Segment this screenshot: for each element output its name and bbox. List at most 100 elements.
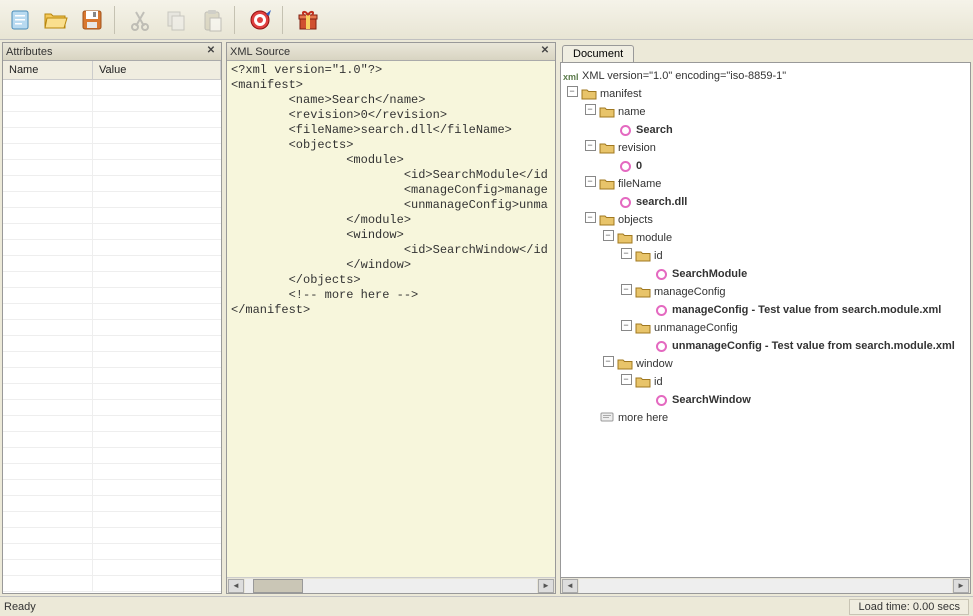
tree-toggle[interactable]: − [585,176,596,187]
tree-node-searchmodule[interactable]: SearchModule [563,265,968,283]
tree-toggle[interactable]: − [585,140,596,151]
target-button[interactable] [244,4,276,36]
attr-row[interactable] [3,112,221,128]
folder-icon [635,248,651,264]
tree-node-window[interactable]: −window [563,355,968,373]
gift-button[interactable] [292,4,324,36]
tree-label: name [618,106,646,118]
attr-row[interactable] [3,368,221,384]
copy-button[interactable] [160,4,192,36]
attr-row[interactable] [3,448,221,464]
attr-row[interactable] [3,288,221,304]
tree-node-unmanageconfig-test-value-from-search-module-xml[interactable]: unmanageConfig - Test value from search.… [563,337,968,355]
tree-node-search-dll[interactable]: search.dll [563,193,968,211]
xml-declaration[interactable]: xmlXML version="1.0" encoding="iso-8859-… [563,67,968,85]
attr-row[interactable] [3,320,221,336]
attr-row[interactable] [3,224,221,240]
value-icon [617,194,633,210]
tree-node-searchwindow[interactable]: SearchWindow [563,391,968,409]
tree-label: fileName [618,178,661,190]
tree-toggle[interactable]: − [621,320,632,331]
tree-label: 0 [636,160,642,172]
tree-toggle[interactable]: − [621,248,632,259]
folder-icon [617,230,633,246]
scroll-thumb[interactable] [253,579,303,593]
scroll-track[interactable] [579,579,952,593]
scroll-left-button[interactable]: ◄ [228,579,244,593]
value-icon [653,302,669,318]
attr-row[interactable] [3,160,221,176]
attributes-col-value[interactable]: Value [93,61,221,79]
attr-row[interactable] [3,400,221,416]
tree-label: manageConfig [654,286,726,298]
attr-row[interactable] [3,144,221,160]
tree-toggle[interactable]: − [603,356,614,367]
tree-node-more-here[interactable]: more here [563,409,968,427]
attr-row[interactable] [3,208,221,224]
workspace: Attributes ✕ Name Value XML Source ✕ <?x… [0,40,973,596]
attr-row[interactable] [3,80,221,96]
tree-label: manifest [600,88,642,100]
xml-horizontal-scrollbar[interactable]: ◄ ► [227,577,555,593]
document-tab[interactable]: Document [562,45,634,62]
tree-node-id[interactable]: −id [563,373,968,391]
attr-row[interactable] [3,432,221,448]
attr-row[interactable] [3,544,221,560]
paste-button[interactable] [196,4,228,36]
tree-node-search[interactable]: Search [563,121,968,139]
tree-toggle[interactable]: − [585,104,596,115]
attributes-col-name[interactable]: Name [3,61,93,79]
tree-node-filename[interactable]: − fileName [563,175,968,193]
attr-row[interactable] [3,336,221,352]
attributes-grid[interactable] [3,80,221,593]
save-button[interactable] [76,4,108,36]
attr-row[interactable] [3,528,221,544]
xml-source-close-button[interactable]: ✕ [538,45,552,59]
tree-node-revision[interactable]: −revision [563,139,968,157]
document-tree[interactable]: xmlXML version="1.0" encoding="iso-8859-… [560,62,971,578]
tree-node-unmanageconfig[interactable]: −unmanageConfig [563,319,968,337]
attr-row[interactable] [3,272,221,288]
attr-row[interactable] [3,352,221,368]
tree-node-manageconfig-test-value-from-search-module-xml[interactable]: manageConfig - Test value from search.mo… [563,301,968,319]
tree-node-manageconfig[interactable]: − manageConfig [563,283,968,301]
attr-row[interactable] [3,192,221,208]
attr-row[interactable] [3,304,221,320]
attr-row[interactable] [3,560,221,576]
tree-node-id[interactable]: −id [563,247,968,265]
scroll-track[interactable] [245,579,537,593]
attr-row[interactable] [3,464,221,480]
tree-toggle[interactable]: − [621,284,632,295]
scroll-right-button[interactable]: ► [953,579,969,593]
attr-row[interactable] [3,96,221,112]
attr-row[interactable] [3,496,221,512]
scroll-right-button[interactable]: ► [538,579,554,593]
attr-row[interactable] [3,176,221,192]
attr-row[interactable] [3,128,221,144]
tree-node-manifest[interactable]: − manifest [563,85,968,103]
scroll-left-button[interactable]: ◄ [562,579,578,593]
attr-row[interactable] [3,416,221,432]
attr-row[interactable] [3,384,221,400]
attr-row[interactable] [3,240,221,256]
tree-node-name[interactable]: − name [563,103,968,121]
tree-toggle[interactable]: − [585,212,596,223]
tree-node-0[interactable]: 0 [563,157,968,175]
attr-row[interactable] [3,512,221,528]
tree-node-objects[interactable]: −objects [563,211,968,229]
open-folder-button[interactable] [40,4,72,36]
tree-toggle[interactable]: − [603,230,614,241]
attr-row[interactable] [3,576,221,592]
attributes-close-button[interactable]: ✕ [204,45,218,59]
tree-toggle[interactable]: − [621,374,632,385]
folder-icon [635,374,651,390]
attr-row[interactable] [3,256,221,272]
new-file-button[interactable] [4,4,36,36]
cut-button[interactable] [124,4,156,36]
attr-row[interactable] [3,480,221,496]
doc-horizontal-scrollbar[interactable]: ◄ ► [560,578,971,594]
xml-source-textarea[interactable]: <?xml version="1.0"?> <manifest> <name>S… [227,61,555,577]
tree-node-module[interactable]: −module [563,229,968,247]
tree-toggle[interactable]: − [567,86,578,97]
xml-decl-label: XML version="1.0" encoding="iso-8859-1" [582,70,786,82]
